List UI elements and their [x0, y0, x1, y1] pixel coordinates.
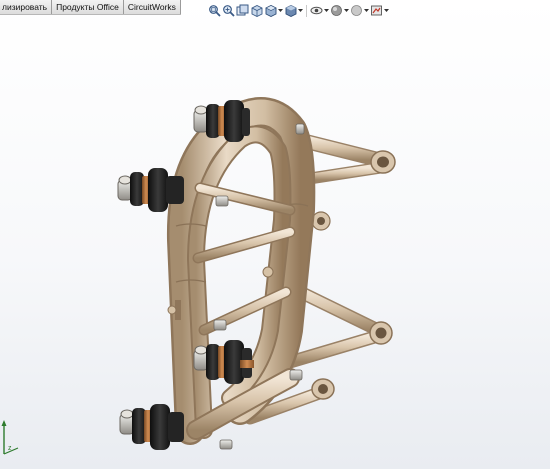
- suspension-subframe-model[interactable]: [0, 0, 550, 469]
- svg-text:z: z: [8, 445, 12, 452]
- reference-triad-icon: z: [1, 420, 19, 455]
- rod-end-eyes: [311, 150, 396, 400]
